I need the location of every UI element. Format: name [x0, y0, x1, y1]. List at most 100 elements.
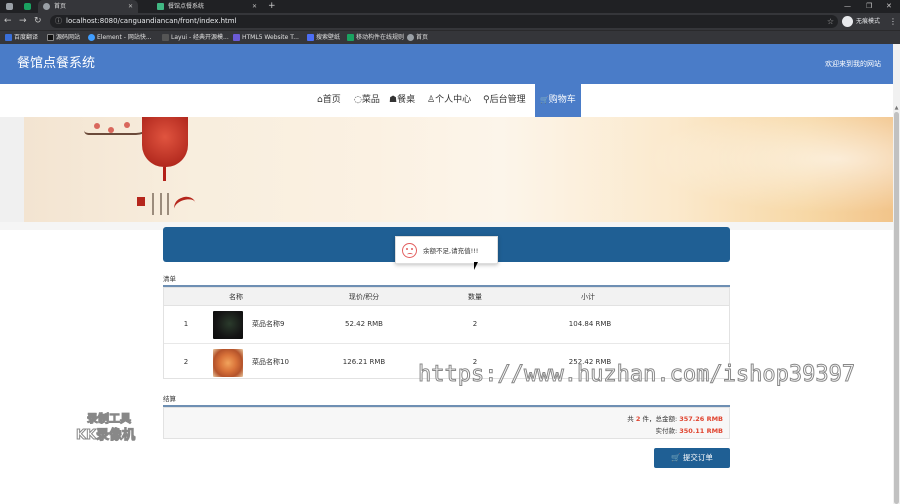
- column-header: 数量: [468, 293, 482, 301]
- total-amount: 357.26 RMB: [679, 415, 723, 423]
- calligraphy-mark: [171, 194, 199, 218]
- banner-glow: [613, 117, 893, 222]
- row-index: 2: [183, 358, 189, 366]
- address-bar: ← → ↻ ⓘ localhost:8080/canguandiancan/fr…: [0, 13, 900, 30]
- bookmark-item[interactable]: 百度翻译: [5, 31, 38, 44]
- banner-image: [24, 117, 893, 222]
- dish-thumbnail[interactable]: [213, 311, 243, 339]
- scroll-up-icon[interactable]: ▲: [893, 105, 900, 112]
- item-count: 2: [635, 415, 641, 423]
- incognito-label: 无痕模式: [856, 18, 881, 25]
- checkout-summary: 共 2 件，总金额: 357.26 RMB 实付款: 350.11 RMB: [163, 407, 730, 439]
- main-nav: ⌂首页 ◌菜品 ☗餐桌 ♙个人中心 ⚲后台管理 🛒购物车: [0, 84, 893, 117]
- dish-quantity: 2: [472, 320, 478, 328]
- pinned-tab-icon[interactable]: [6, 3, 13, 10]
- submit-order-button[interactable]: 🛒 提交订单: [654, 448, 730, 468]
- maximize-icon[interactable]: ❐: [866, 0, 872, 13]
- lantern: [142, 117, 188, 167]
- link-icon: ⚲: [483, 95, 490, 105]
- info-icon[interactable]: ⓘ: [55, 15, 62, 28]
- dish-icon: ◌: [354, 95, 362, 105]
- section-title-list: 清单: [163, 275, 176, 283]
- table-icon: ☗: [389, 95, 398, 105]
- minimize-icon[interactable]: —: [844, 0, 851, 13]
- pinned-tab-icon[interactable]: [24, 3, 31, 10]
- bookmark-icon: [407, 34, 414, 41]
- paid-line: 实付款: 350.11 RMB: [655, 427, 723, 435]
- dish-price: 52.42 RMB: [345, 320, 383, 328]
- nav-item-dishes[interactable]: ◌菜品: [354, 84, 380, 117]
- bookmark-item[interactable]: Element - 网站快...: [88, 31, 152, 44]
- url-text: localhost:8080/canguandiancan/front/inde…: [66, 17, 237, 25]
- reload-icon[interactable]: ↻: [34, 15, 42, 28]
- lantern-tassel: [163, 167, 166, 181]
- column-header: 现价/积分: [348, 293, 380, 301]
- incognito-avatar-icon[interactable]: [842, 16, 853, 27]
- tab-label: 首页: [54, 3, 67, 10]
- dish-price: 126.21 RMB: [342, 358, 386, 366]
- total-line: 共 2 件，总金额: 357.26 RMB: [627, 415, 723, 423]
- bookmark-icon: [162, 34, 169, 41]
- bookmark-item[interactable]: HTML5 Website T...: [233, 31, 299, 44]
- bookmark-item[interactable]: 移动构件在线规则: [347, 31, 404, 44]
- browser-tab-bar: 首页 ✕ 餐馆点餐系统 ✕ + — ❐ ✕: [0, 0, 900, 13]
- blossom: [124, 122, 130, 128]
- tab-label: 餐馆点餐系统: [168, 3, 205, 10]
- blossom: [108, 127, 114, 133]
- table-row: 1 菜品名称9 52.42 RMB 2 104.84 RMB: [164, 306, 729, 343]
- calligraphy-column: [167, 193, 169, 215]
- cart-icon: 🛒: [671, 453, 681, 462]
- vue-icon: [157, 3, 164, 10]
- table-header: 名称 现价/积分 数量 小计: [164, 288, 729, 306]
- close-window-icon[interactable]: ✕: [886, 0, 892, 13]
- bookmarks-bar: 百度翻译 源码网站 Element - 网站快... Layui - 经典开源模…: [0, 30, 900, 44]
- nav-item-profile[interactable]: ♙个人中心: [427, 84, 471, 117]
- bookmark-item[interactable]: Layui - 经典开源模...: [162, 31, 229, 44]
- bookmark-icon: [5, 34, 12, 41]
- welcome-text: 欢迎来到我的网站: [825, 60, 881, 68]
- dish-thumbnail[interactable]: [213, 349, 243, 377]
- toast-message: 余额不足,请充值!!!: [395, 236, 498, 264]
- bookmark-icon: [88, 34, 95, 41]
- nav-item-admin[interactable]: ⚲后台管理: [483, 84, 526, 117]
- calligraphy-column: [160, 193, 162, 215]
- nav-item-cart[interactable]: 🛒购物车: [535, 84, 581, 117]
- bookmark-star-icon[interactable]: ☆: [827, 15, 834, 28]
- close-icon[interactable]: ✕: [128, 0, 133, 13]
- site-header: 餐馆点餐系统 欢迎来到我的网站: [0, 44, 893, 84]
- blossom: [94, 123, 100, 129]
- bookmark-icon: [233, 34, 240, 41]
- new-tab-button[interactable]: +: [268, 0, 276, 13]
- globe-icon: [43, 3, 50, 10]
- scrollbar-thumb[interactable]: [894, 112, 899, 504]
- column-header: 小计: [581, 293, 595, 301]
- row-index: 1: [183, 320, 189, 328]
- bookmark-item[interactable]: 首页: [407, 31, 428, 44]
- url-input[interactable]: ⓘ localhost:8080/canguandiancan/front/in…: [50, 15, 838, 28]
- banner-left-margin: [0, 117, 24, 222]
- close-icon[interactable]: ✕: [252, 0, 257, 13]
- dish-name[interactable]: 菜品名称9: [252, 306, 284, 343]
- bookmark-item[interactable]: 搜索壁纸: [307, 31, 340, 44]
- paid-amount: 350.11 RMB: [679, 427, 723, 435]
- menu-icon[interactable]: ⋮: [889, 15, 897, 28]
- mouse-cursor: [474, 262, 482, 270]
- cart-icon: 🛒: [540, 96, 549, 104]
- url-watermark: https://www.huzhan.com/ishop39397: [417, 362, 856, 388]
- tab-system[interactable]: 餐馆点餐系统 ✕: [152, 0, 262, 13]
- bookmark-icon: [47, 34, 54, 41]
- dish-name[interactable]: 菜品名称10: [252, 344, 289, 381]
- nav-item-tables[interactable]: ☗餐桌: [389, 84, 415, 117]
- back-icon[interactable]: ←: [4, 15, 12, 28]
- forward-icon[interactable]: →: [19, 15, 27, 28]
- bookmark-item[interactable]: 源码网站: [47, 31, 80, 44]
- nav-item-home[interactable]: ⌂首页: [317, 84, 341, 117]
- bookmark-icon: [307, 34, 314, 41]
- column-header: 名称: [229, 293, 243, 301]
- toast-text: 余额不足,请充值!!!: [423, 247, 479, 255]
- tab-home[interactable]: 首页 ✕: [38, 0, 138, 13]
- recorder-watermark-line2: KK录像机: [75, 428, 136, 444]
- dish-subtotal: 104.84 RMB: [568, 320, 612, 328]
- sad-face-icon: [402, 243, 417, 258]
- red-seal: [137, 197, 145, 206]
